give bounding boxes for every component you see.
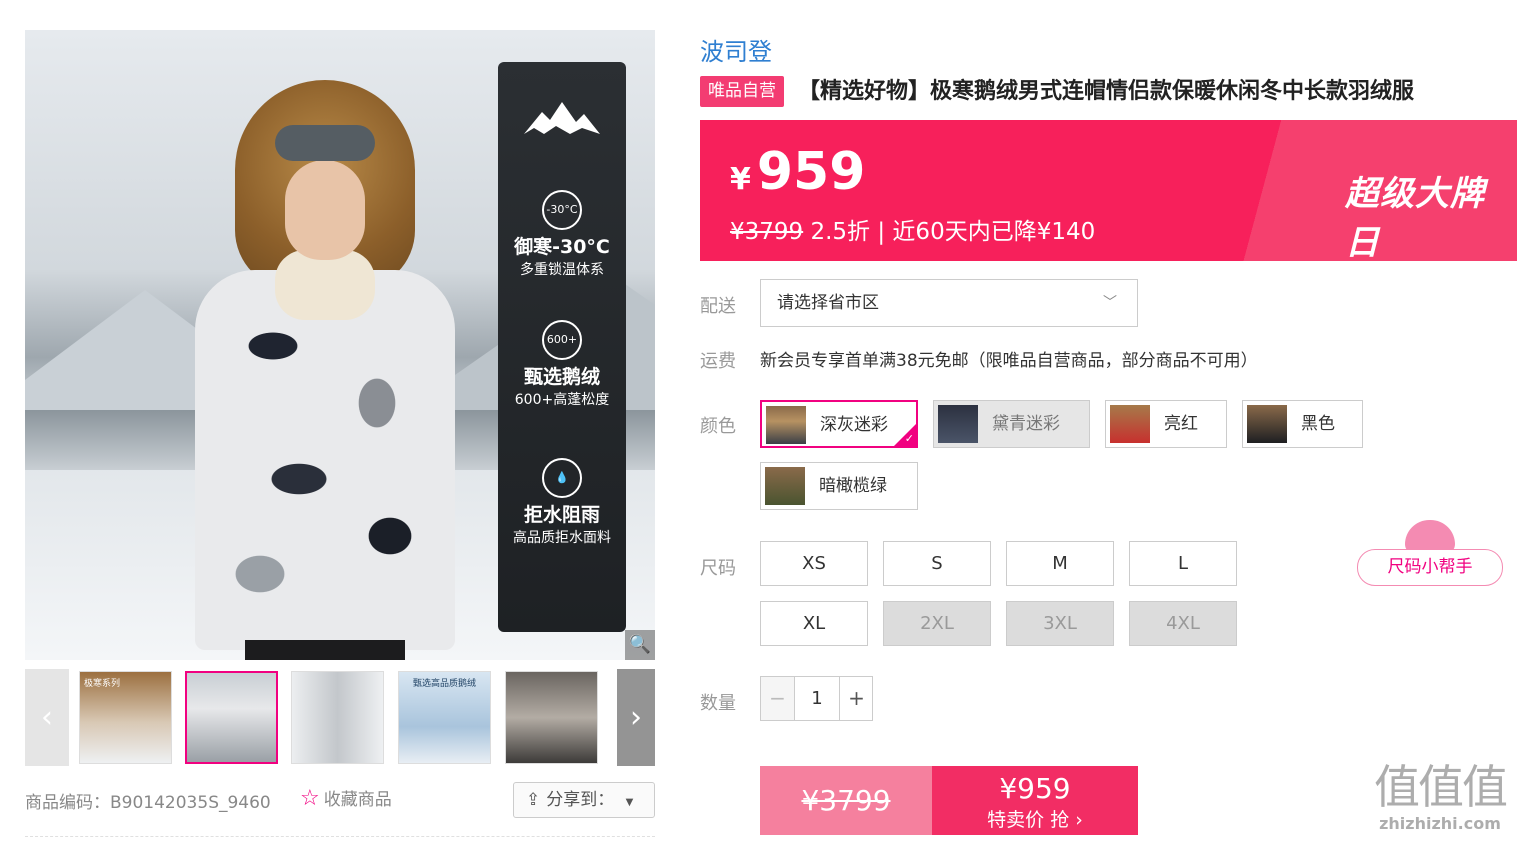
color-swatch <box>765 467 805 505</box>
legs <box>245 640 405 660</box>
buy-now-price: ¥959 <box>999 772 1071 805</box>
check-icon: ✓ <box>904 432 914 445</box>
color-option-label: 深灰迷彩 <box>820 415 888 435</box>
delivery-region-select[interactable]: 请选择省市区 ﹀ <box>760 279 1138 327</box>
caret-down-icon: ▼ <box>625 797 634 808</box>
scarf <box>275 250 375 320</box>
zoom-icon[interactable]: 🔍 <box>625 630 655 660</box>
share-button[interactable]: ⇪ 分享到： ▼ <box>513 782 655 818</box>
favorite-button[interactable]: ☆ 收藏商品 <box>300 785 392 811</box>
divider <box>25 836 655 837</box>
size-option-l[interactable]: L <box>1129 541 1237 586</box>
quantity-value[interactable]: 1 <box>795 677 839 720</box>
color-swatch <box>1110 405 1150 443</box>
star-icon: ☆ <box>300 786 320 811</box>
size-option-xs[interactable]: XS <box>760 541 868 586</box>
feature-title: 御寒-30°C <box>514 236 610 258</box>
goggles <box>275 125 375 161</box>
color-option-label: 亮红 <box>1164 414 1198 434</box>
water-drop-icon: 💧 <box>542 458 582 498</box>
color-label: 颜色 <box>700 416 736 437</box>
product-code: 商品编码：B90142035S_9460 <box>25 793 271 813</box>
size-option-2xl: 2XL <box>883 601 991 646</box>
color-option-black[interactable]: 黑色 <box>1242 400 1363 448</box>
promo-logo: 超级大牌日 <box>1345 174 1485 263</box>
thumbnail-selected[interactable] <box>185 671 278 764</box>
watermark-url: zhizhizhi.com <box>1379 814 1501 833</box>
thumb-next-button[interactable]: › <box>617 669 655 766</box>
buy-original-price: ¥3799 <box>760 766 932 835</box>
color-option-label: 黛青迷彩 <box>992 414 1060 434</box>
feature-water: 💧 拒水阻雨 高品质拒水面料 <box>498 458 626 548</box>
product-title: 【精选好物】极寒鹅绒男式连帽情侣款保暖休闲冬中长款羽绒服 <box>798 79 1415 104</box>
size-option-m[interactable]: M <box>1006 541 1114 586</box>
face <box>285 160 365 260</box>
share-label: 分享到： <box>546 790 615 810</box>
delivery-label: 配送 <box>700 296 736 317</box>
feature-sub: 600+高蓬松度 <box>514 392 610 408</box>
favorite-label: 收藏商品 <box>323 790 392 810</box>
mountain-logo-icon <box>524 102 600 134</box>
current-price: ¥959 <box>730 142 865 202</box>
brand-link[interactable]: 波司登 <box>700 32 772 67</box>
feature-sub: 高品质拒水面料 <box>513 530 611 546</box>
thermometer-icon: -30°C <box>542 190 582 230</box>
self-operated-badge: 唯品自营 <box>700 76 784 107</box>
size-option-xl[interactable]: XL <box>760 601 868 646</box>
thumbnail[interactable] <box>505 671 598 764</box>
feature-down: 600+ 甄选鹅绒 600+高蓬松度 <box>498 320 626 410</box>
currency-symbol: ¥ <box>730 162 751 197</box>
buy-now-button[interactable]: ¥959 特卖价 抢 › <box>932 766 1138 835</box>
size-helper-button[interactable]: 尺码小帮手 <box>1357 549 1503 586</box>
feature-title: 拒水阻雨 <box>523 504 600 526</box>
share-icon: ⇪ <box>526 790 541 810</box>
thumbnail-strip: ‹ 极寒系列 甄选高品质鹅绒 › <box>25 669 655 766</box>
color-option-dark-grey-camo[interactable]: 深灰迷彩 ✓ <box>760 400 918 448</box>
feature-warmth: -30°C 御寒-30°C 多重锁温体系 <box>498 190 626 280</box>
shipping-label: 运费 <box>700 351 736 372</box>
watermark-logo: 值值值 <box>1374 760 1508 814</box>
color-option-navy-camo[interactable]: 黛青迷彩 <box>933 400 1090 448</box>
feature-sub: 多重锁温体系 <box>520 262 604 278</box>
product-page: -30°C 御寒-30°C 多重锁温体系 600+ 甄选鹅绒 600+高蓬松度 … <box>0 0 1517 845</box>
color-swatch <box>1247 405 1287 443</box>
delivery-placeholder: 请选择省市区 <box>777 293 879 313</box>
shipping-text: 新会员专享首单满38元免邮（限唯品自营商品，部分商品不可用） <box>760 351 1258 371</box>
thumb-prev-button[interactable]: ‹ <box>25 669 69 766</box>
feature-panel: -30°C 御寒-30°C 多重锁温体系 600+ 甄选鹅绒 600+高蓬松度 … <box>498 62 626 632</box>
camo-coat <box>195 270 455 650</box>
quantity-label: 数量 <box>700 693 736 714</box>
price-banner: ¥959 ¥3799 2.5折 | 近60天内已降¥140 超级大牌日 <box>700 120 1517 263</box>
quantity-stepper: − 1 + <box>760 676 873 721</box>
color-option-label: 暗橄榄绿 <box>819 476 887 496</box>
color-option-dark-olive[interactable]: 暗橄榄绿 <box>760 462 918 510</box>
thumbnail-caption: 极寒系列 <box>84 679 121 689</box>
goose-icon: 600+ <box>542 320 582 360</box>
chevron-down-icon: ﹀ <box>1103 295 1117 311</box>
quantity-increment-button[interactable]: + <box>839 677 873 720</box>
model-figure <box>175 70 475 660</box>
color-option-label: 黑色 <box>1301 414 1335 434</box>
price-value: 959 <box>756 142 866 202</box>
size-option-s[interactable]: S <box>883 541 991 586</box>
size-label: 尺码 <box>700 558 736 579</box>
size-helper[interactable]: 尺码小帮手 <box>1357 520 1503 586</box>
feature-title: 甄选鹅绒 <box>523 366 600 388</box>
thumbnail[interactable]: 甄选高品质鹅绒 <box>398 671 491 764</box>
discount-text: 2.5折 | 近60天内已降¥140 <box>810 219 1096 245</box>
thumbnail[interactable] <box>291 671 384 764</box>
color-option-bright-red[interactable]: 亮红 <box>1105 400 1227 448</box>
color-swatch <box>938 405 978 443</box>
size-option-3xl: 3XL <box>1006 601 1114 646</box>
original-price: ¥3799 <box>730 219 804 245</box>
color-swatch <box>766 406 806 444</box>
price-history: ¥3799 2.5折 | 近60天内已降¥140 <box>730 212 1095 246</box>
size-option-4xl: 4XL <box>1129 601 1237 646</box>
buy-now-label: 特卖价 抢 › <box>987 809 1083 831</box>
watermark: 值值值 zhizhizhi.com <box>1365 760 1515 840</box>
quantity-decrement-button[interactable]: − <box>761 677 795 720</box>
thumbnail[interactable]: 极寒系列 <box>79 671 172 764</box>
buy-bar: ¥3799 ¥959 特卖价 抢 › <box>760 766 1138 835</box>
thumbnail-caption: 甄选高品质鹅绒 <box>412 679 476 689</box>
